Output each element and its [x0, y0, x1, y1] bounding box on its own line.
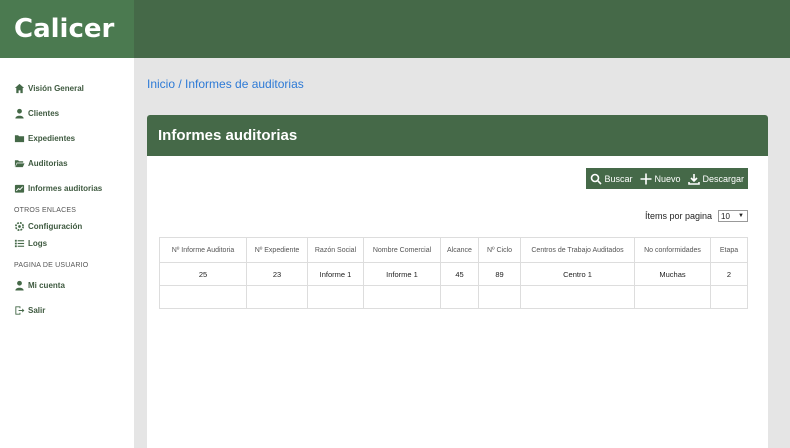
- user-icon: [14, 108, 25, 119]
- sidebar-item-configuracion[interactable]: Configuración: [0, 218, 134, 235]
- items-per-page: Ítems por pagina 10 ▼: [645, 210, 748, 222]
- table-cell: 23: [246, 262, 308, 286]
- table-cell: Informe 1: [363, 262, 441, 286]
- logout-icon: [14, 305, 25, 316]
- table-row[interactable]: [159, 285, 748, 309]
- table-cell: 89: [478, 262, 521, 286]
- download-button-label: Descargar: [702, 173, 744, 184]
- sidebar-item-expedientes[interactable]: Expedientes: [0, 126, 134, 151]
- sidebar-item-mi-cuenta[interactable]: Mi cuenta: [0, 273, 134, 298]
- table-cell: [159, 285, 247, 309]
- items-per-page-value: 10: [721, 211, 730, 221]
- section-label-otros-enlaces: OTROS ENLACES: [14, 207, 77, 214]
- column-header[interactable]: Etapa: [710, 237, 748, 263]
- sidebar-item-auditorias[interactable]: Auditorias: [0, 151, 134, 176]
- sidebar-item-label: Configuración: [28, 222, 83, 231]
- sidebar-item-informes-auditorias[interactable]: Informes auditorias: [0, 176, 134, 201]
- sidebar-item-label: Clientes: [28, 109, 60, 118]
- sidebar-item-clientes[interactable]: Clientes: [0, 101, 134, 126]
- table-cell: [246, 285, 308, 309]
- page-title: Informes auditorias: [158, 127, 298, 144]
- search-button-label: Buscar: [604, 173, 633, 184]
- sidebar-item-label: Expedientes: [28, 134, 76, 143]
- card-header: Informes auditorias: [147, 115, 768, 156]
- table-cell: 2: [710, 262, 748, 286]
- sidebar-item-label: Informes auditorias: [28, 184, 103, 193]
- table-header-row: Nº Informe Auditoria Nº Expediente Razón…: [159, 237, 748, 263]
- new-button-label: Nuevo: [654, 173, 681, 184]
- table-cell: [363, 285, 441, 309]
- sidebar-item-label: Mi cuenta: [28, 281, 65, 290]
- sidebar-item-label: Logs: [28, 239, 48, 248]
- items-per-page-label: Ítems por pagina: [644, 211, 712, 221]
- breadcrumb[interactable]: Inicio / Informes de auditorias: [147, 77, 304, 91]
- chevron-down-icon: ▼: [738, 213, 744, 219]
- sidebar-item-label: Salir: [28, 306, 46, 315]
- new-button[interactable]: Nuevo: [640, 173, 680, 185]
- download-icon: [688, 173, 701, 185]
- table-cell: [520, 285, 635, 309]
- table-row[interactable]: 25 23 Informe 1 Informe 1 45 89 Centro 1…: [159, 262, 748, 286]
- table-cell: Informe 1: [307, 262, 364, 286]
- search-button[interactable]: Buscar: [590, 173, 632, 185]
- reports-card: Informes auditorias Buscar Nuevo Descarg…: [147, 115, 768, 448]
- chart-icon: [14, 183, 25, 194]
- sidebar-item-vision-general[interactable]: Visión General: [0, 76, 134, 101]
- sidebar-item-label: Auditorias: [28, 159, 68, 168]
- column-header[interactable]: No conformidades: [634, 237, 711, 263]
- table-cell: [634, 285, 711, 309]
- column-header[interactable]: Centros de Trabajo Auditados: [520, 237, 635, 263]
- gear-icon: [14, 221, 25, 232]
- app-title: Calicer: [14, 14, 115, 44]
- sidebar-item-logs[interactable]: Logs: [0, 235, 134, 252]
- user-icon: [14, 280, 25, 291]
- sidebar-item-salir[interactable]: Salir: [0, 298, 134, 323]
- column-header[interactable]: Nº Expediente: [246, 237, 308, 263]
- sidebar-item-label: Visión General: [28, 84, 84, 93]
- items-per-page-select[interactable]: 10 ▼: [718, 210, 748, 222]
- column-header[interactable]: Nº Ciclo: [478, 237, 521, 263]
- home-icon: [14, 83, 25, 94]
- column-header[interactable]: Nº Informe Auditoria: [159, 237, 247, 263]
- column-header[interactable]: Alcance: [440, 237, 479, 263]
- download-button[interactable]: Descargar: [688, 173, 744, 185]
- folder-open-icon: [14, 158, 25, 169]
- search-icon: [591, 173, 603, 185]
- sidebar: Visión General Clientes Expedientes Audi…: [0, 58, 134, 448]
- table-cell: [710, 285, 748, 309]
- table-cell: 45: [440, 262, 479, 286]
- folder-icon: [14, 133, 25, 144]
- table-cell: [307, 285, 364, 309]
- list-icon: [14, 238, 25, 249]
- reports-table: Nº Informe Auditoria Nº Expediente Razón…: [159, 237, 748, 309]
- toolbar: Buscar Nuevo Descargar: [586, 168, 748, 189]
- table-cell: Centro 1: [520, 262, 635, 286]
- column-header[interactable]: Razón Social: [307, 237, 364, 263]
- table-cell: [478, 285, 521, 309]
- table-cell: 25: [159, 262, 247, 286]
- logo[interactable]: Calicer: [0, 0, 134, 58]
- section-label-pagina-usuario: PAGINA DE USUARIO: [14, 262, 89, 269]
- plus-icon: [640, 173, 652, 184]
- table-cell: [440, 285, 479, 309]
- top-bar: [134, 0, 790, 58]
- column-header[interactable]: Nombre Comercial: [363, 237, 441, 263]
- table-cell: Muchas: [634, 262, 711, 286]
